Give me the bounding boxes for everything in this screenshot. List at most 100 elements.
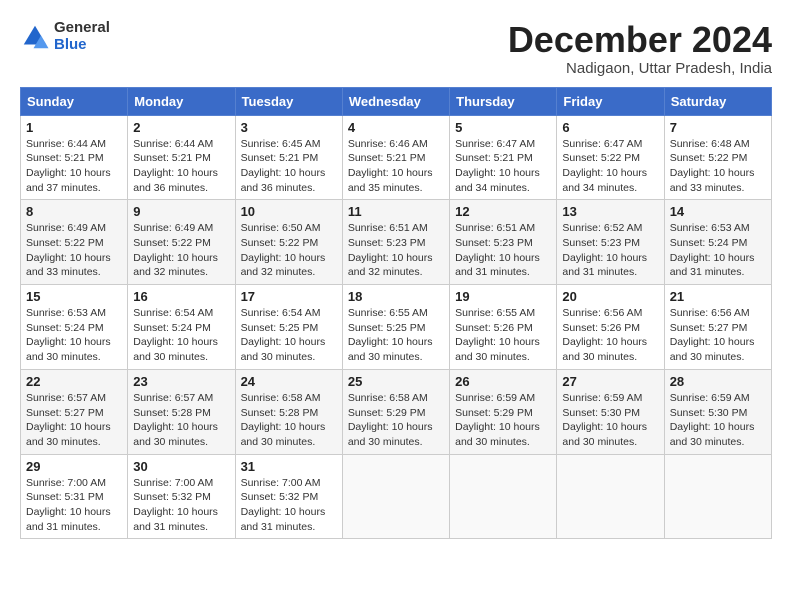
day-info: Sunrise: 6:51 AM Sunset: 5:23 PM Dayligh… [455, 221, 551, 280]
day-number: 17 [241, 289, 337, 304]
calendar-cell: 10 Sunrise: 6:50 AM Sunset: 5:22 PM Dayli… [235, 200, 342, 285]
calendar-week-row: 1 Sunrise: 6:44 AM Sunset: 5:21 PM Daylig… [21, 115, 772, 200]
day-info: Sunrise: 6:49 AM Sunset: 5:22 PM Dayligh… [26, 221, 122, 280]
calendar-cell: 22Sunrise: 6:57 AM Sunset: 5:27 PM Dayli… [21, 369, 128, 454]
day-info: Sunrise: 6:57 AM Sunset: 5:28 PM Dayligh… [133, 391, 229, 450]
calendar-cell: 14Sunrise: 6:53 AM Sunset: 5:24 PM Dayli… [664, 200, 771, 285]
calendar-cell: 31 Sunrise: 7:00 AM Sunset: 5:32 PM Dayli… [235, 454, 342, 539]
calendar-cell: 15 Sunrise: 6:53 AM Sunset: 5:24 PM Dayli… [21, 285, 128, 370]
title-section: December 2024 Nadigaon, Uttar Pradesh, I… [508, 20, 772, 77]
calendar-cell: 11 Sunrise: 6:51 AM Sunset: 5:23 PM Dayli… [342, 200, 449, 285]
calendar-cell: 5Sunrise: 6:47 AM Sunset: 5:21 PM Daylig… [450, 115, 557, 200]
calendar-week-row: 29Sunrise: 7:00 AM Sunset: 5:31 PM Dayli… [21, 454, 772, 539]
logo-general-text: General [54, 20, 110, 37]
calendar-cell: 30Sunrise: 7:00 AM Sunset: 5:32 PM Dayli… [128, 454, 235, 539]
calendar-week-row: 22Sunrise: 6:57 AM Sunset: 5:27 PM Dayli… [21, 369, 772, 454]
calendar-cell: 19 Sunrise: 6:55 AM Sunset: 5:26 PM Dayli… [450, 285, 557, 370]
day-number: 13 [562, 204, 658, 219]
day-number: 3 [241, 120, 337, 135]
day-number: 15 [26, 289, 122, 304]
calendar-cell: 25Sunrise: 6:58 AM Sunset: 5:29 PM Dayli… [342, 369, 449, 454]
day-info: Sunrise: 6:54 AM Sunset: 5:24 PM Dayligh… [133, 306, 229, 365]
day-info: Sunrise: 6:55 AM Sunset: 5:26 PM Dayligh… [455, 306, 551, 365]
calendar-header-friday: Friday [557, 87, 664, 115]
day-number: 30 [133, 459, 229, 474]
day-info: Sunrise: 7:00 AM Sunset: 5:32 PM Dayligh… [241, 476, 337, 535]
calendar-cell: 17 Sunrise: 6:54 AM Sunset: 5:25 PM Dayli… [235, 285, 342, 370]
calendar-cell: 12 Sunrise: 6:51 AM Sunset: 5:23 PM Dayli… [450, 200, 557, 285]
calendar-header-monday: Monday [128, 87, 235, 115]
calendar-week-row: 8 Sunrise: 6:49 AM Sunset: 5:22 PM Daylig… [21, 200, 772, 285]
calendar-cell: 3 Sunrise: 6:45 AM Sunset: 5:21 PM Daylig… [235, 115, 342, 200]
calendar-cell: 4Sunrise: 6:46 AM Sunset: 5:21 PM Daylig… [342, 115, 449, 200]
calendar-cell [557, 454, 664, 539]
day-info: Sunrise: 6:58 AM Sunset: 5:28 PM Dayligh… [241, 391, 337, 450]
page-header: General Blue December 2024 Nadigaon, Utt… [20, 20, 772, 77]
calendar-cell: 1 Sunrise: 6:44 AM Sunset: 5:21 PM Daylig… [21, 115, 128, 200]
logo-text: General Blue [54, 20, 110, 53]
day-info: Sunrise: 6:44 AM Sunset: 5:21 PM Dayligh… [26, 137, 122, 196]
calendar-cell: 20Sunrise: 6:56 AM Sunset: 5:26 PM Dayli… [557, 285, 664, 370]
day-number: 31 [241, 459, 337, 474]
day-info: Sunrise: 6:44 AM Sunset: 5:21 PM Dayligh… [133, 137, 229, 196]
day-number: 21 [670, 289, 766, 304]
calendar-header-saturday: Saturday [664, 87, 771, 115]
day-info: Sunrise: 6:59 AM Sunset: 5:30 PM Dayligh… [562, 391, 658, 450]
day-info: Sunrise: 6:56 AM Sunset: 5:27 PM Dayligh… [670, 306, 766, 365]
day-number: 12 [455, 204, 551, 219]
calendar-cell: 29Sunrise: 7:00 AM Sunset: 5:31 PM Dayli… [21, 454, 128, 539]
calendar-cell: 2 Sunrise: 6:44 AM Sunset: 5:21 PM Daylig… [128, 115, 235, 200]
day-info: Sunrise: 6:51 AM Sunset: 5:23 PM Dayligh… [348, 221, 444, 280]
day-number: 7 [670, 120, 766, 135]
calendar-cell: 23 Sunrise: 6:57 AM Sunset: 5:28 PM Dayli… [128, 369, 235, 454]
day-number: 8 [26, 204, 122, 219]
logo-blue-text: Blue [54, 37, 110, 54]
calendar-header-row: SundayMondayTuesdayWednesdayThursdayFrid… [21, 87, 772, 115]
day-info: Sunrise: 6:58 AM Sunset: 5:29 PM Dayligh… [348, 391, 444, 450]
calendar-week-row: 15 Sunrise: 6:53 AM Sunset: 5:24 PM Dayli… [21, 285, 772, 370]
logo: General Blue [20, 20, 110, 53]
day-number: 9 [133, 204, 229, 219]
day-info: Sunrise: 6:54 AM Sunset: 5:25 PM Dayligh… [241, 306, 337, 365]
calendar-cell: 16 Sunrise: 6:54 AM Sunset: 5:24 PM Dayli… [128, 285, 235, 370]
calendar-cell: 9 Sunrise: 6:49 AM Sunset: 5:22 PM Daylig… [128, 200, 235, 285]
calendar-header-wednesday: Wednesday [342, 87, 449, 115]
calendar-cell: 6 Sunrise: 6:47 AM Sunset: 5:22 PM Daylig… [557, 115, 664, 200]
day-number: 23 [133, 374, 229, 389]
day-info: Sunrise: 6:53 AM Sunset: 5:24 PM Dayligh… [26, 306, 122, 365]
calendar-header-sunday: Sunday [21, 87, 128, 115]
calendar-cell: 8 Sunrise: 6:49 AM Sunset: 5:22 PM Daylig… [21, 200, 128, 285]
day-number: 2 [133, 120, 229, 135]
calendar-cell [342, 454, 449, 539]
day-number: 14 [670, 204, 766, 219]
day-number: 20 [562, 289, 658, 304]
calendar-cell: 28 Sunrise: 6:59 AM Sunset: 5:30 PM Dayli… [664, 369, 771, 454]
calendar-header-thursday: Thursday [450, 87, 557, 115]
day-info: Sunrise: 6:47 AM Sunset: 5:22 PM Dayligh… [562, 137, 658, 196]
day-number: 11 [348, 204, 444, 219]
day-number: 26 [455, 374, 551, 389]
calendar-cell [664, 454, 771, 539]
day-number: 1 [26, 120, 122, 135]
calendar-cell: 7 Sunrise: 6:48 AM Sunset: 5:22 PM Daylig… [664, 115, 771, 200]
day-number: 19 [455, 289, 551, 304]
day-info: Sunrise: 6:50 AM Sunset: 5:22 PM Dayligh… [241, 221, 337, 280]
day-number: 4 [348, 120, 444, 135]
calendar-cell: 24 Sunrise: 6:58 AM Sunset: 5:28 PM Dayli… [235, 369, 342, 454]
subtitle: Nadigaon, Uttar Pradesh, India [508, 60, 772, 77]
day-number: 16 [133, 289, 229, 304]
main-title: December 2024 [508, 20, 772, 60]
day-number: 27 [562, 374, 658, 389]
day-number: 6 [562, 120, 658, 135]
day-info: Sunrise: 6:45 AM Sunset: 5:21 PM Dayligh… [241, 137, 337, 196]
day-info: Sunrise: 6:48 AM Sunset: 5:22 PM Dayligh… [670, 137, 766, 196]
day-number: 24 [241, 374, 337, 389]
day-number: 28 [670, 374, 766, 389]
day-info: Sunrise: 6:59 AM Sunset: 5:30 PM Dayligh… [670, 391, 766, 450]
calendar-cell: 27 Sunrise: 6:59 AM Sunset: 5:30 PM Dayli… [557, 369, 664, 454]
day-number: 10 [241, 204, 337, 219]
day-info: Sunrise: 6:59 AM Sunset: 5:29 PM Dayligh… [455, 391, 551, 450]
calendar-cell: 21 Sunrise: 6:56 AM Sunset: 5:27 PM Dayli… [664, 285, 771, 370]
day-info: Sunrise: 6:55 AM Sunset: 5:25 PM Dayligh… [348, 306, 444, 365]
day-info: Sunrise: 6:49 AM Sunset: 5:22 PM Dayligh… [133, 221, 229, 280]
